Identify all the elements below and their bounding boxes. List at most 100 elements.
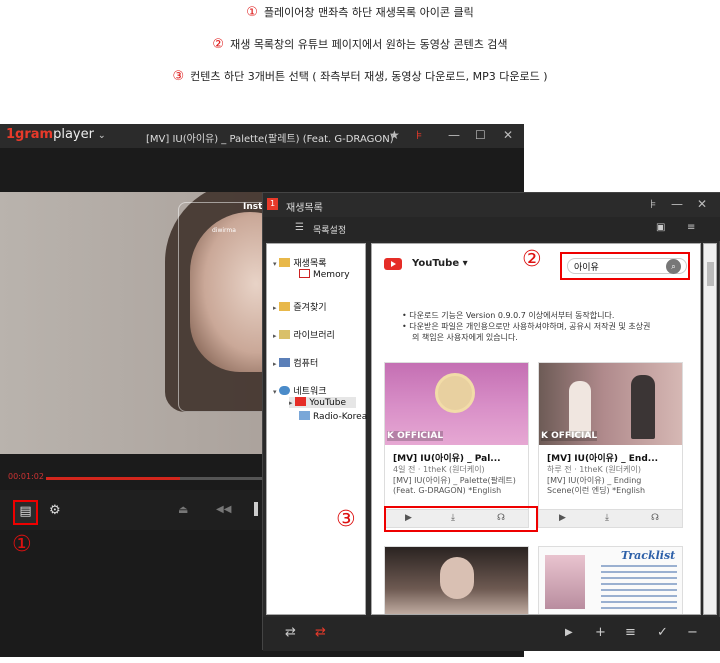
close-icon[interactable]: ✕	[503, 128, 513, 142]
video-card[interactable]	[384, 546, 529, 614]
video-card[interactable]: K OFFICIAL [MV] IU(아이유) _ Pal... 4일 전 · …	[384, 362, 529, 528]
video-card[interactable]: K OFFICIAL [MV] IU(아이유) _ End... 하루 전 · …	[538, 362, 683, 528]
remove-icon[interactable]: −	[687, 625, 698, 640]
source-dropdown[interactable]: YouTube ▾	[412, 258, 468, 269]
search-box: ⌕	[560, 252, 690, 280]
video-description: [MV] IU(아이유) _ Ending Scene(이런 엔딩) *Engl…	[547, 476, 646, 495]
official-badge: K OFFICIAL	[541, 431, 598, 441]
notice-line: • 다운로드 기능은 Version 0.9.0.7 이상에서부터 동작합니다.	[402, 311, 615, 320]
youtube-icon	[384, 258, 402, 270]
playlist-window: 1 재생목록 ⊧ — ✕ ☰ 목록설정 ▣ ≡ ▾ 재생목록 Memory ▸ …	[262, 192, 720, 651]
video-meta: 4일 전 · 1theK (원더케이)	[393, 465, 485, 474]
video-overlay-user: diwirma	[212, 227, 236, 234]
star-icon[interactable]: ★	[389, 128, 400, 142]
folder-icon[interactable]: ▣	[656, 222, 665, 233]
logo-word: player	[53, 127, 94, 142]
maximize-icon[interactable]: ☐	[475, 128, 486, 142]
tree-item-favorites[interactable]: ▸ 즐겨찾기	[273, 300, 327, 313]
tree-label: Memory	[313, 270, 350, 280]
playlist-footer: ⇄ ⇄ ▶ + ≡ ✓ −	[263, 617, 720, 651]
playlist-subbar: ☰ 목록설정 ▣ ≡	[263, 217, 720, 241]
shuffle-icon[interactable]: ⇄	[315, 625, 326, 640]
tree-item-radio[interactable]: Radio-Korea	[299, 411, 367, 422]
video-title[interactable]: [MV] IU(아이유) _ End...	[547, 451, 658, 464]
gear-icon[interactable]: ⚙	[49, 503, 61, 518]
folder-icon	[279, 302, 291, 311]
instruction-text: 플레이어창 맨좌측 하단 재생목록 아이콘 클릭	[263, 6, 474, 19]
instruction-text: 컨텐츠 하단 3개버튼 선택 ( 좌측부터 재생, 동영상 다운로드, MP3 …	[190, 70, 548, 83]
player-title: [MV] IU(아이유) _ Palette(팔레트) (Feat. G-DRA…	[146, 134, 394, 145]
tracklist-label: Tracklist	[621, 549, 676, 562]
folder-icon	[279, 330, 291, 339]
card-buttons: ▶ ⤓ ☊	[539, 509, 682, 527]
search-icon[interactable]: ⌕	[666, 259, 681, 274]
official-badge: K OFFICIAL	[387, 431, 444, 441]
tree-label: 재생목록	[293, 259, 327, 269]
tree-label: 즐겨찾기	[293, 303, 327, 313]
playback-time: 00:01:02	[8, 472, 44, 481]
instruction-3: ③ 컨텐츠 하단 3개버튼 선택 ( 좌측부터 재생, 동영상 다운로드, MP3…	[0, 68, 720, 84]
instruction-2: ② 재생 목록창의 유튜브 페이지에서 원하는 동영상 콘텐츠 검색	[0, 36, 720, 52]
notice-line: 의 책임은 사용자에게 있습니다.	[412, 333, 518, 342]
menu-icon[interactable]: ≡	[687, 222, 695, 233]
list-icon: ☰	[295, 222, 304, 233]
tree-label: YouTube	[309, 398, 346, 408]
minimize-icon[interactable]: —	[671, 197, 683, 211]
video-thumbnail[interactable]	[545, 555, 585, 609]
download-icon[interactable]: ⤓	[605, 513, 609, 523]
tracklist-lines	[601, 565, 677, 613]
scroll-thumb[interactable]	[707, 262, 714, 286]
tree-item-memory[interactable]: Memory	[299, 269, 350, 280]
playlist-button[interactable]: ▤	[13, 500, 38, 525]
globe-icon	[279, 386, 291, 395]
youtube-icon	[295, 397, 307, 406]
tree-item-library[interactable]: ▸ 라이브러리	[273, 328, 335, 341]
video-thumbnail[interactable]	[385, 547, 528, 614]
rewind-icon[interactable]: ◀◀	[216, 504, 231, 515]
check-icon[interactable]: ✓	[657, 625, 668, 640]
eject-icon[interactable]: ⏏	[178, 503, 188, 516]
pin-icon[interactable]: ⊧	[650, 197, 656, 211]
callout-3: ③	[336, 507, 356, 532]
playlist-titlebar: 1 재생목록 ⊧ — ✕	[263, 193, 720, 217]
playlist-icon: ▤	[19, 504, 32, 519]
youtube-panel: YouTube ▾ ⌕ • 다운로드 기능은 Version 0.9.0.7 이…	[371, 243, 701, 615]
chevron-down-icon: ⌄	[97, 131, 106, 141]
pin-icon[interactable]: ⊧	[416, 128, 422, 142]
player-logo[interactable]: 1gramplayer ⌄	[6, 127, 106, 142]
thumb-figure	[440, 557, 474, 599]
tree-item-network[interactable]: ▾ 네트워크	[273, 384, 327, 397]
play-icon[interactable]: ▶	[559, 513, 566, 523]
tree-item-computer[interactable]: ▸ 컴퓨터	[273, 356, 318, 369]
play-icon[interactable]: ▶	[565, 627, 573, 638]
instruction-1: ① 플레이어창 맨좌측 하단 재생목록 아이콘 클릭	[0, 4, 720, 20]
notice: • 다운로드 기능은 Version 0.9.0.7 이상에서부터 동작합니다.…	[402, 310, 650, 343]
repeat-icon[interactable]: ⇄	[285, 625, 296, 640]
app-icon: 1	[267, 198, 278, 210]
video-card[interactable]: Tracklist	[538, 546, 683, 614]
list-settings-button[interactable]: 목록설정	[313, 223, 346, 236]
play-pause-icon[interactable]	[254, 502, 258, 516]
tree-label: 컴퓨터	[293, 359, 319, 369]
add-icon[interactable]: +	[595, 625, 606, 640]
thumb-figure	[631, 375, 655, 439]
playlist-title: 재생목록	[286, 203, 323, 214]
scrollbar[interactable]	[703, 243, 717, 615]
video-title[interactable]: [MV] IU(아이유) _ Pal...	[393, 451, 501, 464]
step-number: ③	[172, 69, 185, 84]
radio-icon	[299, 411, 310, 420]
headphones-icon[interactable]: ☊	[651, 513, 659, 523]
tree-item-youtube[interactable]: ▸ YouTube	[289, 397, 356, 408]
step-number: ②	[212, 37, 225, 52]
minimize-icon[interactable]: —	[448, 128, 460, 142]
callout-1: ①	[12, 532, 32, 557]
tree-label: 라이브러리	[293, 331, 335, 341]
video-description: [MV] IU(아이유) _ Palette(팔레트) (Feat. G-DRA…	[393, 476, 516, 495]
tree-item-playlist[interactable]: ▾ 재생목록	[273, 256, 327, 269]
video-meta: 하루 전 · 1theK (원더케이)	[547, 465, 641, 474]
tree-label: Radio-Korea	[313, 412, 368, 422]
close-icon[interactable]: ✕	[697, 197, 707, 211]
step-number: ①	[246, 5, 258, 20]
thumb-figure	[569, 381, 591, 437]
queue-icon[interactable]: ≡	[625, 625, 636, 640]
